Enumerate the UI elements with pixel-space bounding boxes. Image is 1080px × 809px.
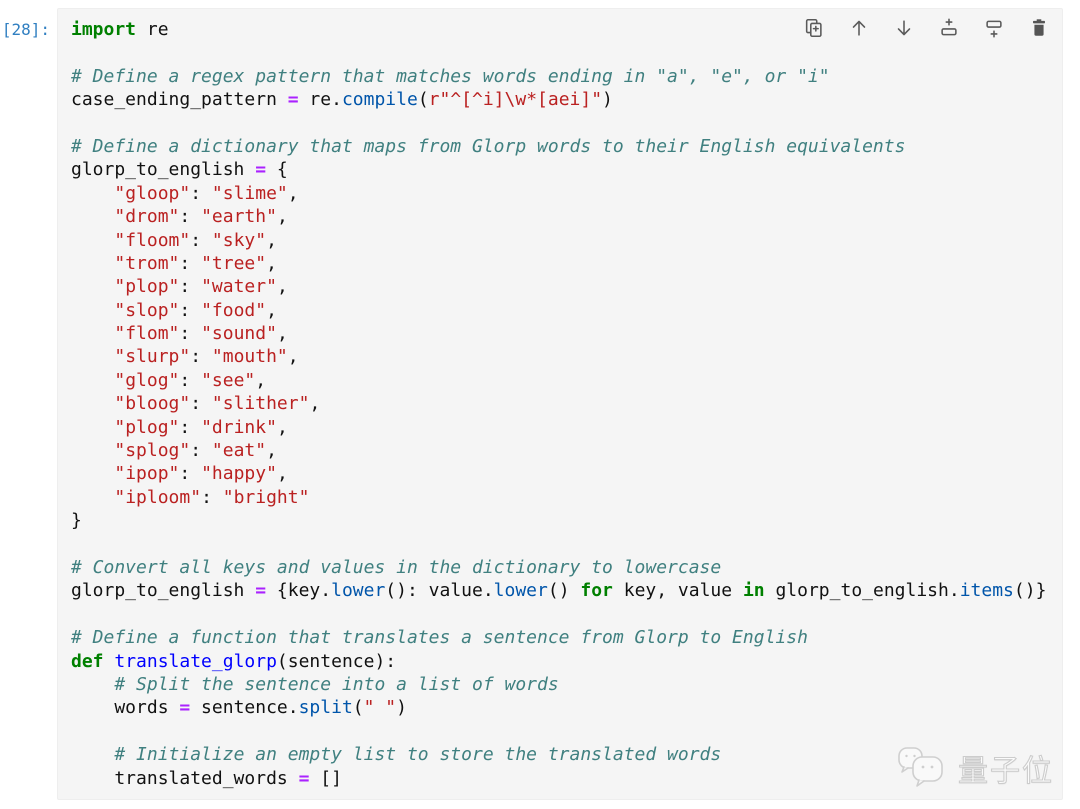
code-line: "floom": "sky", [71, 229, 1062, 252]
code-line: "flom": "sound", [71, 322, 1062, 345]
code-line: "iploom": "bright" [71, 486, 1062, 509]
code-line: "ipop": "happy", [71, 462, 1062, 485]
code-line [71, 533, 1062, 556]
code-line: "drom": "earth", [71, 205, 1062, 228]
code-line: def translate_glorp(sentence): [71, 650, 1062, 673]
insert-cell-above-button[interactable] [938, 18, 960, 40]
code-line: "plog": "drink", [71, 416, 1062, 439]
insert-cell-below-button[interactable] [983, 18, 1005, 40]
code-line [71, 603, 1062, 626]
code-line: "slop": "food", [71, 299, 1062, 322]
code-line: "plop": "water", [71, 275, 1062, 298]
delete-cell-icon [1028, 17, 1050, 42]
code-line: glorp_to_english = {key.lower(): value.l… [71, 579, 1062, 602]
insert-cell-below-icon [983, 17, 1005, 42]
code-cell[interactable]: import re # Define a regex pattern that … [57, 8, 1063, 800]
move-cell-up-icon [848, 17, 870, 42]
execution-count: [28]: [0, 18, 50, 41]
code-editor[interactable]: import re # Define a regex pattern that … [58, 9, 1062, 790]
code-line: } [71, 509, 1062, 532]
move-cell-down-icon [893, 17, 915, 42]
code-line: words = sentence.split(" ") [71, 696, 1062, 719]
code-line [71, 41, 1062, 64]
code-line: # Define a function that translates a se… [71, 626, 1062, 649]
code-line: "bloog": "slither", [71, 392, 1062, 415]
qbitai-logo-icon [896, 745, 952, 791]
code-line: case_ending_pattern = re.compile(r"^[^i]… [71, 88, 1062, 111]
code-line [71, 112, 1062, 135]
code-line: # Split the sentence into a list of word… [71, 673, 1062, 696]
code-line: "splog": "eat", [71, 439, 1062, 462]
cell-toolbar [803, 18, 1050, 40]
code-line: glorp_to_english = { [71, 158, 1062, 181]
insert-cell-above-icon [938, 17, 960, 42]
watermark: 量子位 [896, 745, 1054, 791]
watermark-text: 量子位 [958, 746, 1054, 790]
duplicate-cell-icon [803, 17, 825, 42]
code-line: "slurp": "mouth", [71, 345, 1062, 368]
code-line: # Define a regex pattern that matches wo… [71, 65, 1062, 88]
delete-cell-button[interactable] [1028, 18, 1050, 40]
code-line: # Convert all keys and values in the dic… [71, 556, 1062, 579]
code-line: # Define a dictionary that maps from Glo… [71, 135, 1062, 158]
move-cell-down-button[interactable] [893, 18, 915, 40]
code-line: "gloop": "slime", [71, 182, 1062, 205]
code-line: "trom": "tree", [71, 252, 1062, 275]
move-cell-up-button[interactable] [848, 18, 870, 40]
duplicate-cell-button[interactable] [803, 18, 825, 40]
code-line: "glog": "see", [71, 369, 1062, 392]
code-line [71, 720, 1062, 743]
